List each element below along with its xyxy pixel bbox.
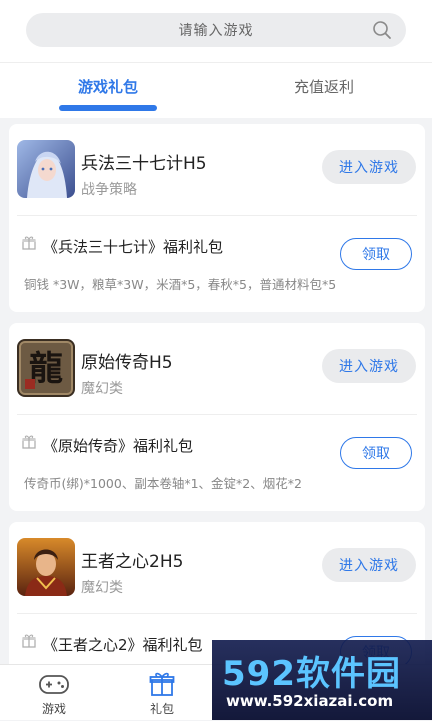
site-watermark: 592软件园 www.592xiazai.com bbox=[212, 640, 432, 720]
top-bar: 请输入游戏 游戏礼包 充值返利 bbox=[0, 0, 432, 118]
game-icon-wangzhe[interactable] bbox=[17, 538, 75, 596]
game-header: 王者之心2H5 魔幻类 进入游戏 bbox=[9, 522, 425, 614]
gift-pack-title: 《原始传奇》福利礼包 bbox=[43, 437, 194, 455]
gift-pack-title: 《王者之心2》福利礼包 bbox=[43, 636, 203, 654]
enter-game-button[interactable]: 进入游戏 bbox=[322, 150, 416, 184]
game-card: 兵法三十七计H5 战争策略 进入游戏 《兵法三十七计》福利礼包 铜钱 *3W，粮… bbox=[9, 124, 425, 312]
claim-button[interactable]: 领取 bbox=[340, 437, 412, 469]
gift-pack-contents: 传奇币(绑)*1000、副本卷轴*1、金锭*2、烟花*2 bbox=[24, 476, 302, 491]
nav-label: 礼包 bbox=[149, 702, 174, 716]
game-header: 龍 原始传奇H5 魔幻类 进入游戏 bbox=[9, 323, 425, 415]
game-card: 龍 原始传奇H5 魔幻类 进入游戏 《原始传奇》福利礼包 传奇币(绑)*1000… bbox=[9, 323, 425, 511]
nav-label: 游戏 bbox=[41, 702, 66, 716]
game-category: 战争策略 bbox=[81, 182, 137, 198]
tab-recharge-rebate[interactable]: 充值返利 bbox=[216, 63, 432, 109]
gift-pack-row: 《兵法三十七计》福利礼包 铜钱 *3W，粮草*3W，米酒*5，春秋*5，普通材料… bbox=[9, 216, 425, 312]
tab-game-gifts[interactable]: 游戏礼包 bbox=[0, 63, 216, 109]
gift-icon bbox=[22, 634, 36, 648]
tab-bar: 游戏礼包 充值返利 bbox=[0, 62, 432, 114]
active-tab-indicator bbox=[59, 105, 157, 111]
game-icon-yuanshi[interactable]: 龍 bbox=[17, 339, 75, 397]
watermark-brand: 592软件园 bbox=[222, 654, 401, 694]
enter-game-button[interactable]: 进入游戏 bbox=[322, 548, 416, 582]
game-name: 王者之心2H5 bbox=[81, 552, 184, 572]
nav-item-games[interactable]: 游戏 bbox=[0, 665, 108, 721]
search-icon[interactable] bbox=[372, 20, 392, 40]
search-input[interactable]: 请输入游戏 bbox=[26, 13, 406, 47]
gift-icon bbox=[22, 435, 36, 449]
enter-game-button[interactable]: 进入游戏 bbox=[322, 349, 416, 383]
gift-pack-title: 《兵法三十七计》福利礼包 bbox=[43, 238, 224, 256]
watermark-url: www.592xiazai.com bbox=[226, 692, 394, 710]
game-header: 兵法三十七计H5 战争策略 进入游戏 bbox=[9, 124, 425, 216]
gift-icon bbox=[149, 672, 175, 696]
search-placeholder: 请输入游戏 bbox=[178, 23, 254, 39]
game-icon-bingfa[interactable] bbox=[17, 140, 75, 198]
claim-button[interactable]: 领取 bbox=[340, 238, 412, 270]
gift-pack-contents: 铜钱 *3W，粮草*3W，米酒*5，春秋*5，普通材料包*5 bbox=[24, 277, 337, 292]
nav-item-gifts[interactable]: 礼包 bbox=[108, 665, 216, 721]
game-category: 魔幻类 bbox=[81, 580, 123, 596]
gamepad-icon bbox=[39, 675, 69, 694]
gift-pack-row: 《原始传奇》福利礼包 传奇币(绑)*1000、副本卷轴*1、金锭*2、烟花*2 … bbox=[9, 415, 425, 511]
game-name: 原始传奇H5 bbox=[81, 353, 173, 373]
game-category: 魔幻类 bbox=[81, 381, 123, 397]
gift-icon bbox=[22, 236, 36, 250]
game-name: 兵法三十七计H5 bbox=[81, 154, 207, 174]
